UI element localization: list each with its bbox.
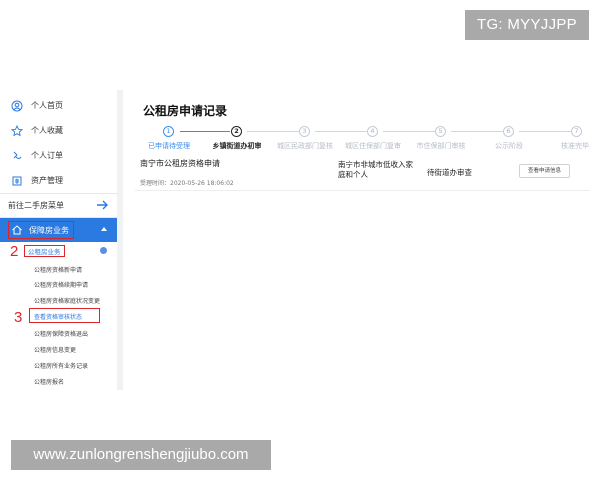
sidebar-subitem[interactable]: 公租房资格续期申请 [34,280,88,289]
watermark-bottom: www.zunlongrenshengjiubo.com [11,440,271,470]
chevron-up-icon [101,227,107,231]
view-application-button[interactable]: 查看申请信息 [519,164,570,178]
prev-menu-label: 前往二手房菜单 [8,200,64,210]
sidebar-subitem[interactable]: 公租房报名 [34,377,64,386]
step-label: 乡镇街道办初审 [212,142,262,150]
stepper-connector [519,131,571,132]
annotation-number: 2 [10,243,19,260]
page-title: 公租房申请记录 [143,104,228,118]
sidebar-item-orders[interactable]: 个人订单 [0,143,117,168]
step-circle: 7 [571,126,582,137]
stepper-connector [383,131,435,132]
annotation-number: 3 [14,309,23,326]
sidebar-item-assets[interactable]: 资产管理 [0,168,117,193]
stepper-connector [315,131,367,132]
step-circle: 6 [503,126,514,137]
sidebar: 个人首页 个人收藏 个人订单 资产管理 前往二手房菜单 保障房业务 2 公租房业… [0,90,117,390]
sidebar-subitem[interactable]: 公租房资格家庭状况变更 [34,296,100,305]
sidebar-item-label: 个人订单 [31,151,63,160]
record-divider [135,190,590,191]
sidebar-subitem[interactable]: 公租房信息变更 [34,345,76,354]
record-applicant-type: 南宁市非城市低收入家庭和个人 [338,160,413,179]
record-status: 待街道办审查 [427,168,472,177]
sidebar-item-label: 个人首页 [31,101,63,110]
sidebar-item-label: 资产管理 [31,176,63,185]
highlight-box-subitem [29,308,100,323]
order-icon [11,150,23,162]
step-label: 市住保部门审核 [416,142,466,150]
step-circle: 2 [231,126,242,137]
sidebar-subitem[interactable]: 公租房保障资格退出 [34,329,88,338]
record-time: 受理时间：2020-05-26 18:06:02 [140,180,234,187]
asset-icon [11,175,23,187]
main-panel: 公租房申请记录 1 2 3 4 5 6 7 已申请待受理 乡镇街道办初审 城区民… [123,90,600,390]
user-circle-icon [11,100,23,112]
stepper-connector [247,131,299,132]
stepper-connector [180,131,230,132]
sidebar-subitem[interactable]: 公租房所有业务记录 [34,361,88,370]
step-label: 已申请待受理 [148,142,190,150]
watermark-top: TG: MYYJJPP [465,10,589,40]
step-label: 城区住保部门复审 [345,142,401,150]
step-circle: 5 [435,126,446,137]
dot-indicator-icon [100,247,107,254]
highlight-box-section [8,221,74,239]
record-title: 南宁市公租房资格申请 [140,159,220,168]
step-label: 核准完毕 [561,142,589,150]
step-label: 城区民政部门复核 [277,142,333,150]
stepper-connector [451,131,503,132]
star-icon [11,124,23,137]
arrow-right-icon [97,200,108,210]
step-circle: 4 [367,126,378,137]
screenshot-area: 个人首页 个人收藏 个人订单 资产管理 前往二手房菜单 保障房业务 2 公租房业… [0,90,600,390]
sidebar-subitem[interactable]: 公租房资格新申请 [34,265,82,274]
prev-menu-link[interactable]: 前往二手房菜单 [0,193,117,217]
sidebar-item-label: 个人收藏 [31,126,63,135]
step-circle: 1 [163,126,174,137]
step-circle: 3 [299,126,310,137]
sidebar-subheader-public-rental[interactable]: 公租房业务 [24,245,65,257]
sidebar-item-home[interactable]: 个人首页 [0,93,117,118]
step-label: 公示阶段 [495,142,523,150]
sidebar-item-favorites[interactable]: 个人收藏 [0,118,117,143]
